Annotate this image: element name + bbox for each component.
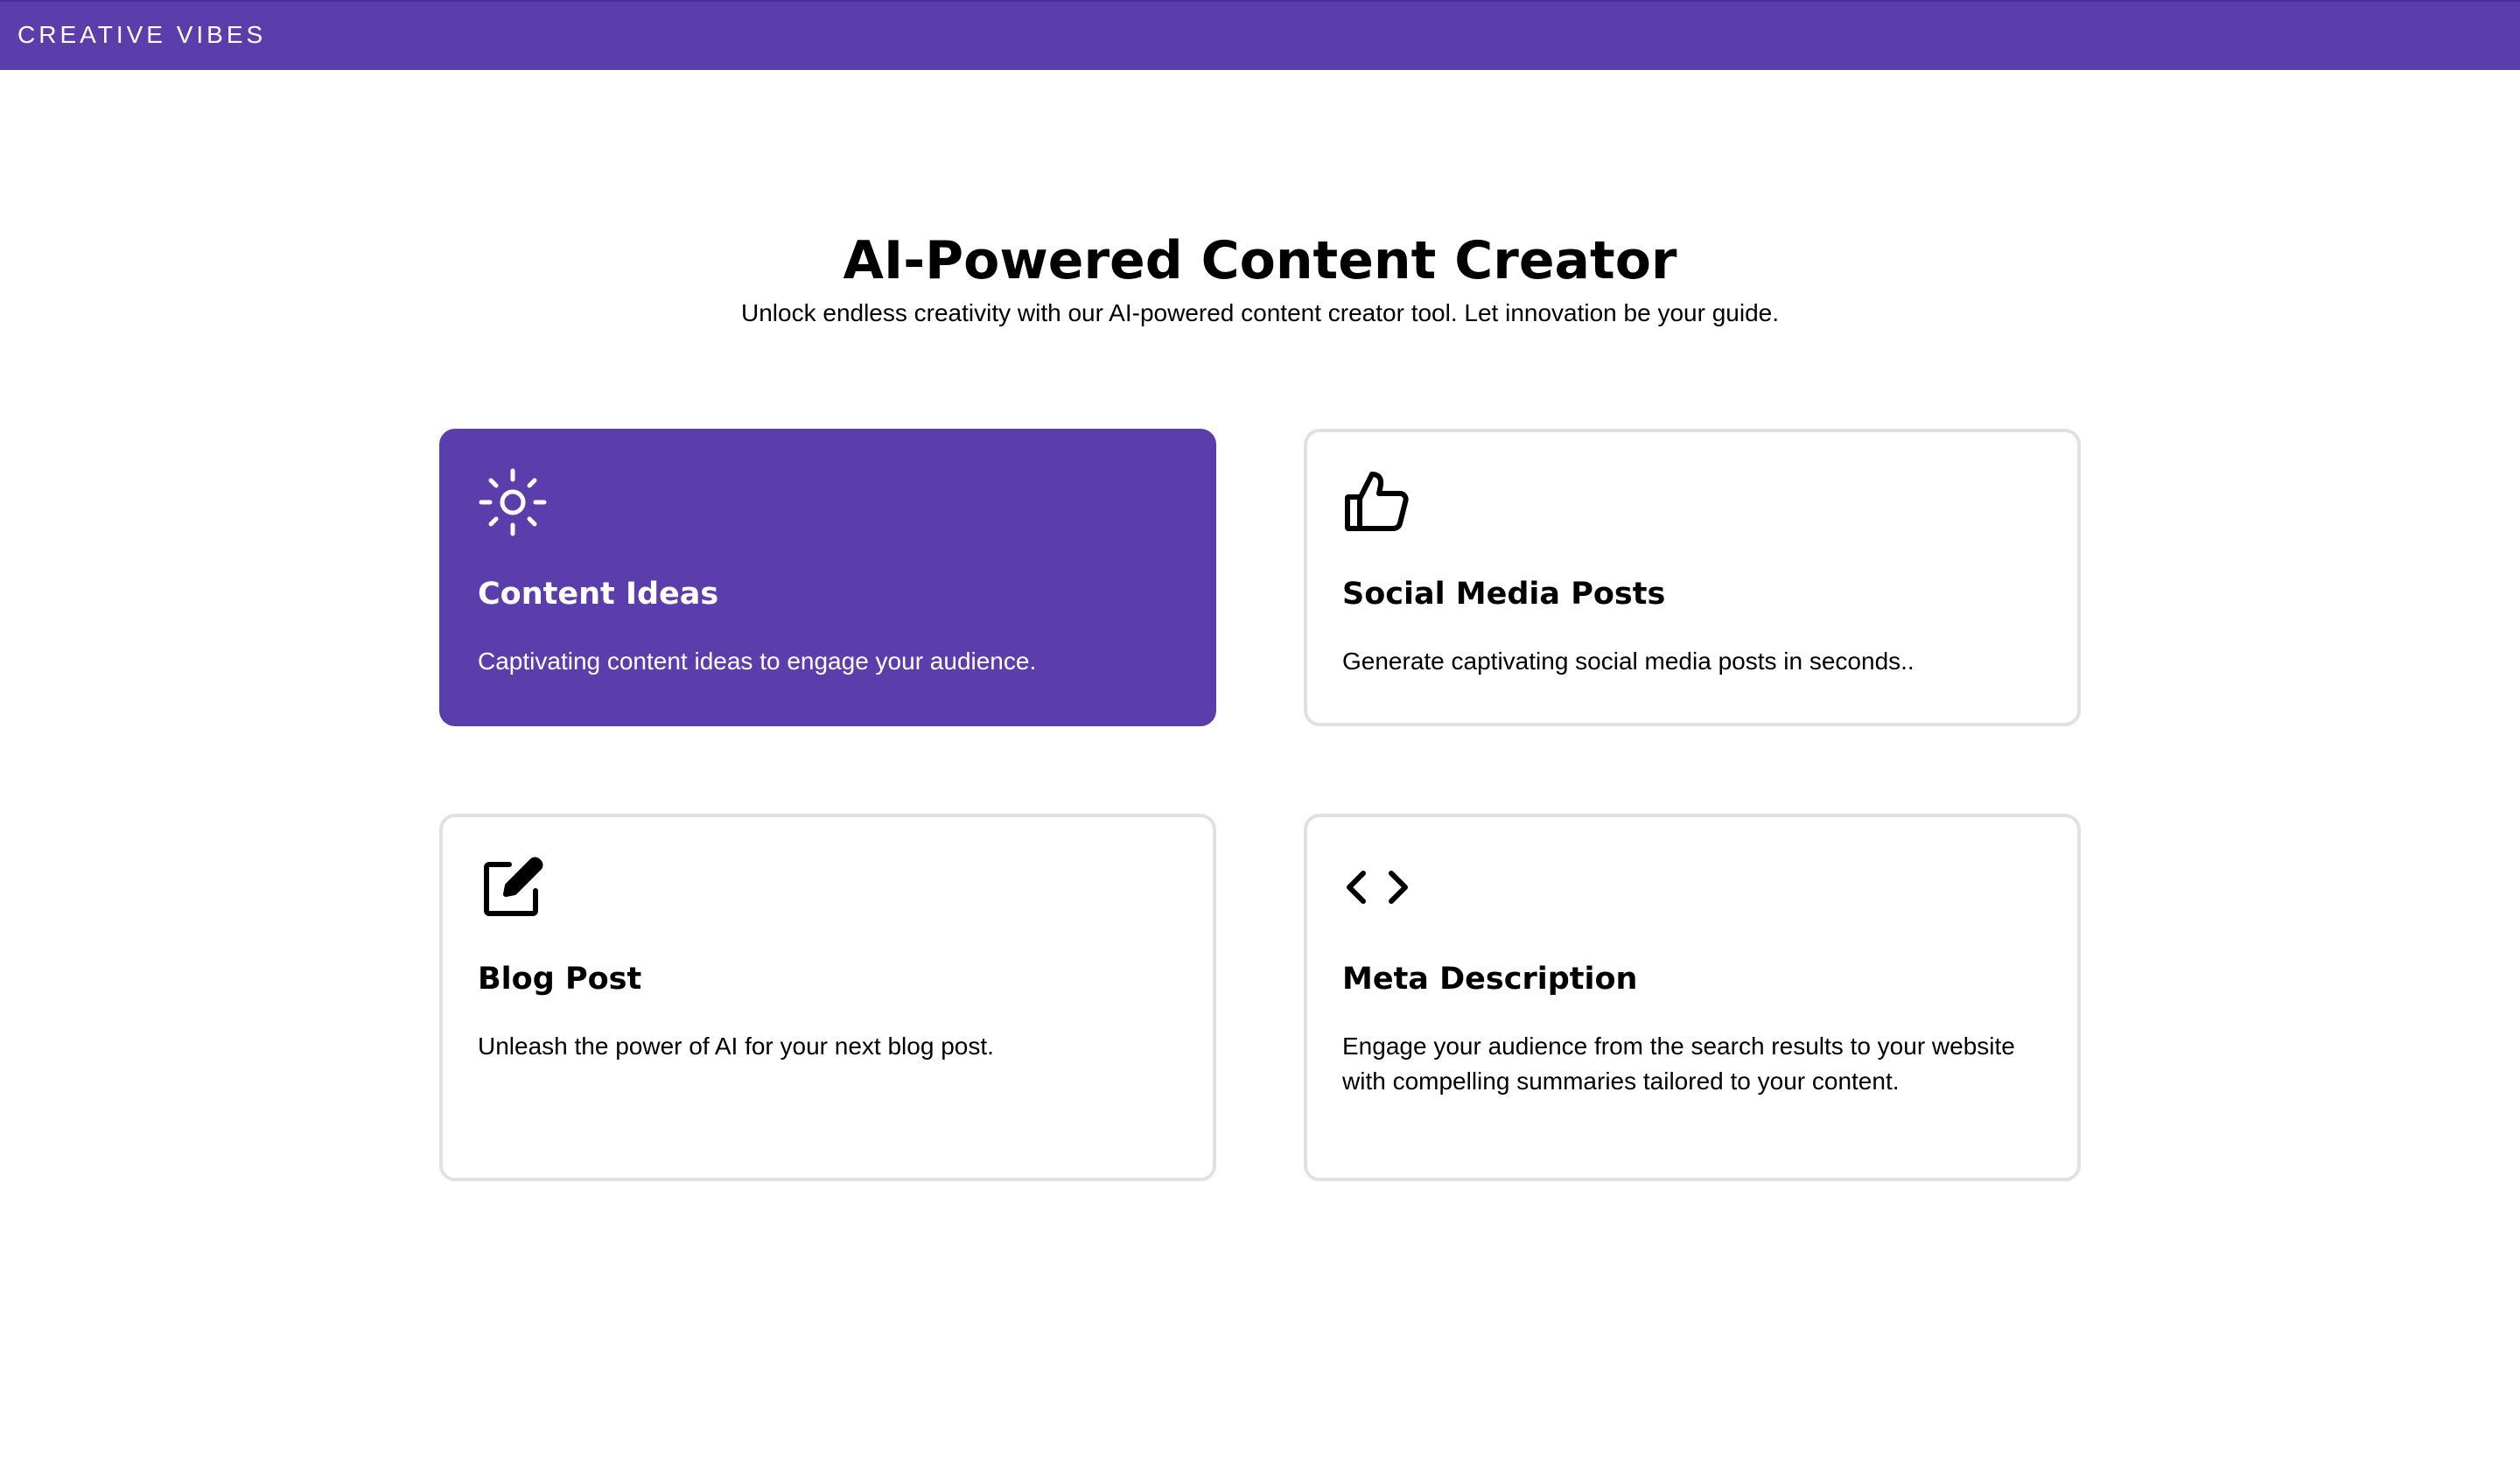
page-subtitle: Unlock endless creativity with our AI-po… (741, 299, 1779, 326)
card-blog-post[interactable]: Blog Post Unleash the power of AI for yo… (439, 814, 1216, 1181)
card-title: Content Ideas (478, 577, 719, 612)
card-description: Unleash the power of AI for your next bl… (478, 1032, 994, 1060)
card-meta-description[interactable]: Meta Description Engage your audience fr… (1304, 814, 2081, 1181)
top-navigation-bar: CREATIVE VIBES (0, 0, 2520, 70)
card-social-media-posts[interactable]: Social Media Posts Generate captivating … (1304, 429, 2081, 726)
card-title: Meta Description (1342, 962, 1638, 997)
card-description: Generate captivating social media posts … (1342, 648, 1914, 675)
card-description: Engage your audience from the search res… (1342, 1032, 2015, 1095)
edit-icon (478, 852, 548, 922)
brand-logo-text[interactable]: CREATIVE VIBES (18, 21, 266, 49)
sun-icon (478, 467, 548, 537)
thumbs-up-icon (1342, 467, 1412, 537)
card-content-ideas[interactable]: Content Ideas Captivating content ideas … (439, 429, 1216, 726)
code-icon (1342, 852, 1412, 922)
card-title: Social Media Posts (1342, 577, 1666, 612)
page-title: AI-Powered Content Creator (843, 230, 1677, 291)
card-description: Captivating content ideas to engage your… (478, 648, 1037, 675)
card-title: Blog Post (478, 962, 642, 997)
